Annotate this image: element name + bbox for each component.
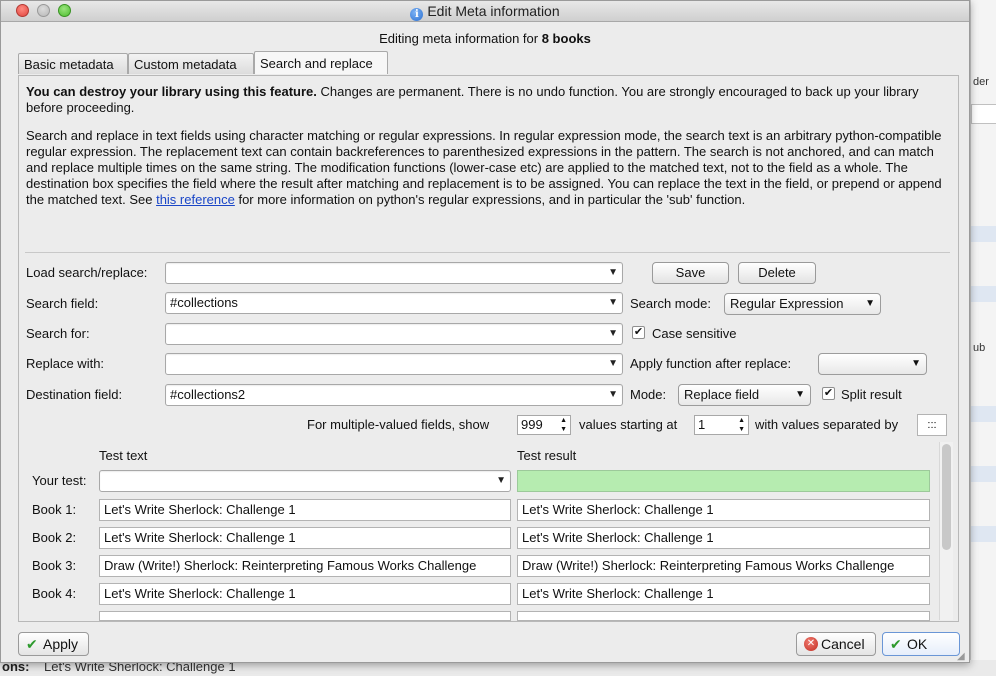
test-result-header: Test result [517, 448, 577, 463]
scrollbar-thumb[interactable] [942, 444, 951, 550]
background-label: ub [973, 342, 986, 354]
load-search-replace-label: Load search/replace: [26, 265, 148, 280]
book-2-test-text[interactable]: Let's Write Sherlock: Challenge 1 [99, 527, 511, 549]
tab-search-and-replace[interactable]: Search and replace [254, 51, 388, 74]
test-text-header: Test text [99, 448, 148, 463]
book-3-label: Book 3: [32, 558, 77, 573]
replace-with-combo[interactable]: ▼ [165, 353, 623, 375]
destination-field-combo[interactable]: #collections2 ▼ [165, 384, 623, 406]
apply-function-select[interactable]: ▼ [818, 353, 927, 375]
starting-at-label: values starting at [579, 417, 678, 432]
divider [25, 252, 950, 253]
window-title: i Edit Meta information [1, 3, 969, 21]
chevron-down-icon: ▼ [608, 389, 618, 400]
chevron-down-icon: ▼ [608, 358, 618, 369]
search-field-combo[interactable]: #collections ▼ [165, 292, 623, 314]
background-row [971, 406, 996, 422]
case-sensitive-checkbox[interactable]: ✔ [632, 326, 645, 339]
tab-basic-metadata[interactable]: Basic metadata [18, 53, 128, 74]
title-bar[interactable]: i Edit Meta information [1, 1, 969, 22]
your-test-combo[interactable]: ▼ [99, 470, 511, 492]
apply-function-label: Apply function after replace: [630, 356, 792, 371]
cancel-icon: ✕ [804, 637, 818, 651]
your-test-result [517, 470, 930, 492]
background-row [971, 466, 996, 482]
resize-grip-icon[interactable]: ◢ [957, 651, 965, 662]
search-replace-panel: You can destroy your library using this … [18, 75, 959, 622]
replace-with-label: Replace with: [26, 356, 105, 371]
split-result-checkbox[interactable]: ✔ [822, 387, 835, 400]
ok-button[interactable]: ✔ OK [882, 632, 960, 656]
search-mode-select[interactable]: Regular Expression ▼ [724, 293, 881, 315]
split-result-label: Split result [841, 387, 902, 402]
background-field [971, 104, 996, 124]
tab-custom-metadata[interactable]: Custom metadata [128, 53, 254, 74]
background-row [971, 226, 996, 242]
chevron-down-icon: ▼ [865, 298, 875, 309]
book-4-label: Book 4: [32, 586, 77, 601]
book-2-test-result: Let's Write Sherlock: Challenge 1 [517, 527, 930, 549]
check-icon: ✔ [890, 636, 902, 652]
your-test-label: Your test: [32, 473, 87, 488]
book-3-test-text[interactable]: Draw (Write!) Sherlock: Reinterpreting F… [99, 555, 511, 577]
book-4-test-result: Let's Write Sherlock: Challenge 1 [517, 583, 930, 605]
stepper-icon: ▲ ▼ [560, 417, 567, 433]
cancel-button[interactable]: ✕ Cancel [796, 632, 876, 656]
book-3-test-result: Draw (Write!) Sherlock: Reinterpreting F… [517, 555, 930, 577]
edit-meta-dialog: i Edit Meta information Editing meta info… [0, 0, 970, 663]
mode-label: Mode: [630, 387, 667, 402]
book-2-label: Book 2: [32, 530, 77, 545]
chevron-down-icon: ▼ [608, 328, 618, 339]
info-icon: i [410, 8, 424, 21]
chevron-down-icon: ▼ [608, 267, 618, 278]
stepper-icon: ▲ ▼ [738, 417, 745, 433]
separator-label: with values separated by [755, 417, 899, 432]
show-count-spinbox[interactable]: 999 ▲ ▼ [517, 415, 571, 435]
search-mode-label: Search mode: [630, 296, 711, 311]
mode-select[interactable]: Replace field ▼ [678, 384, 811, 406]
delete-button[interactable]: Delete [738, 262, 816, 284]
book-5-test-text[interactable] [99, 611, 511, 621]
chevron-down-icon: ▼ [911, 358, 921, 369]
apply-button[interactable]: ✔ Apply [18, 632, 90, 656]
background-row [971, 526, 996, 542]
book-1-test-result: Let's Write Sherlock: Challenge 1 [517, 499, 930, 521]
check-icon: ✔ [26, 636, 38, 652]
chevron-down-icon: ▼ [608, 297, 618, 308]
background-label: der [973, 76, 989, 88]
case-sensitive-label: Case sensitive [652, 326, 737, 341]
load-search-replace-combo[interactable]: ▼ [165, 262, 623, 284]
test-area-scrollbar[interactable] [939, 442, 953, 620]
start-index-spinbox[interactable]: 1 ▲ ▼ [694, 415, 749, 435]
description-text: Search and replace in text fields using … [26, 128, 942, 207]
book-5-test-result [517, 611, 930, 621]
chevron-down-icon: ▼ [795, 389, 805, 400]
separator-input[interactable]: ::: [917, 414, 947, 436]
warning-text: You can destroy your library using this … [26, 84, 919, 115]
background-row [971, 286, 996, 302]
dialog-heading: Editing meta information for 8 books [379, 31, 591, 46]
reference-link[interactable]: this reference [156, 192, 235, 207]
book-1-label: Book 1: [32, 502, 77, 517]
search-field-label: Search field: [26, 296, 99, 311]
chevron-down-icon: ▼ [496, 475, 506, 486]
destination-field-label: Destination field: [26, 387, 123, 402]
multi-valued-label: For multiple-valued fields, show [307, 417, 490, 432]
book-1-test-text[interactable]: Let's Write Sherlock: Challenge 1 [99, 499, 511, 521]
search-for-label: Search for: [26, 326, 90, 341]
search-for-combo[interactable]: ▼ [165, 323, 623, 345]
background-app-sidebar: der ub [970, 0, 996, 676]
save-button[interactable]: Save [652, 262, 729, 284]
book-4-test-text[interactable]: Let's Write Sherlock: Challenge 1 [99, 583, 511, 605]
